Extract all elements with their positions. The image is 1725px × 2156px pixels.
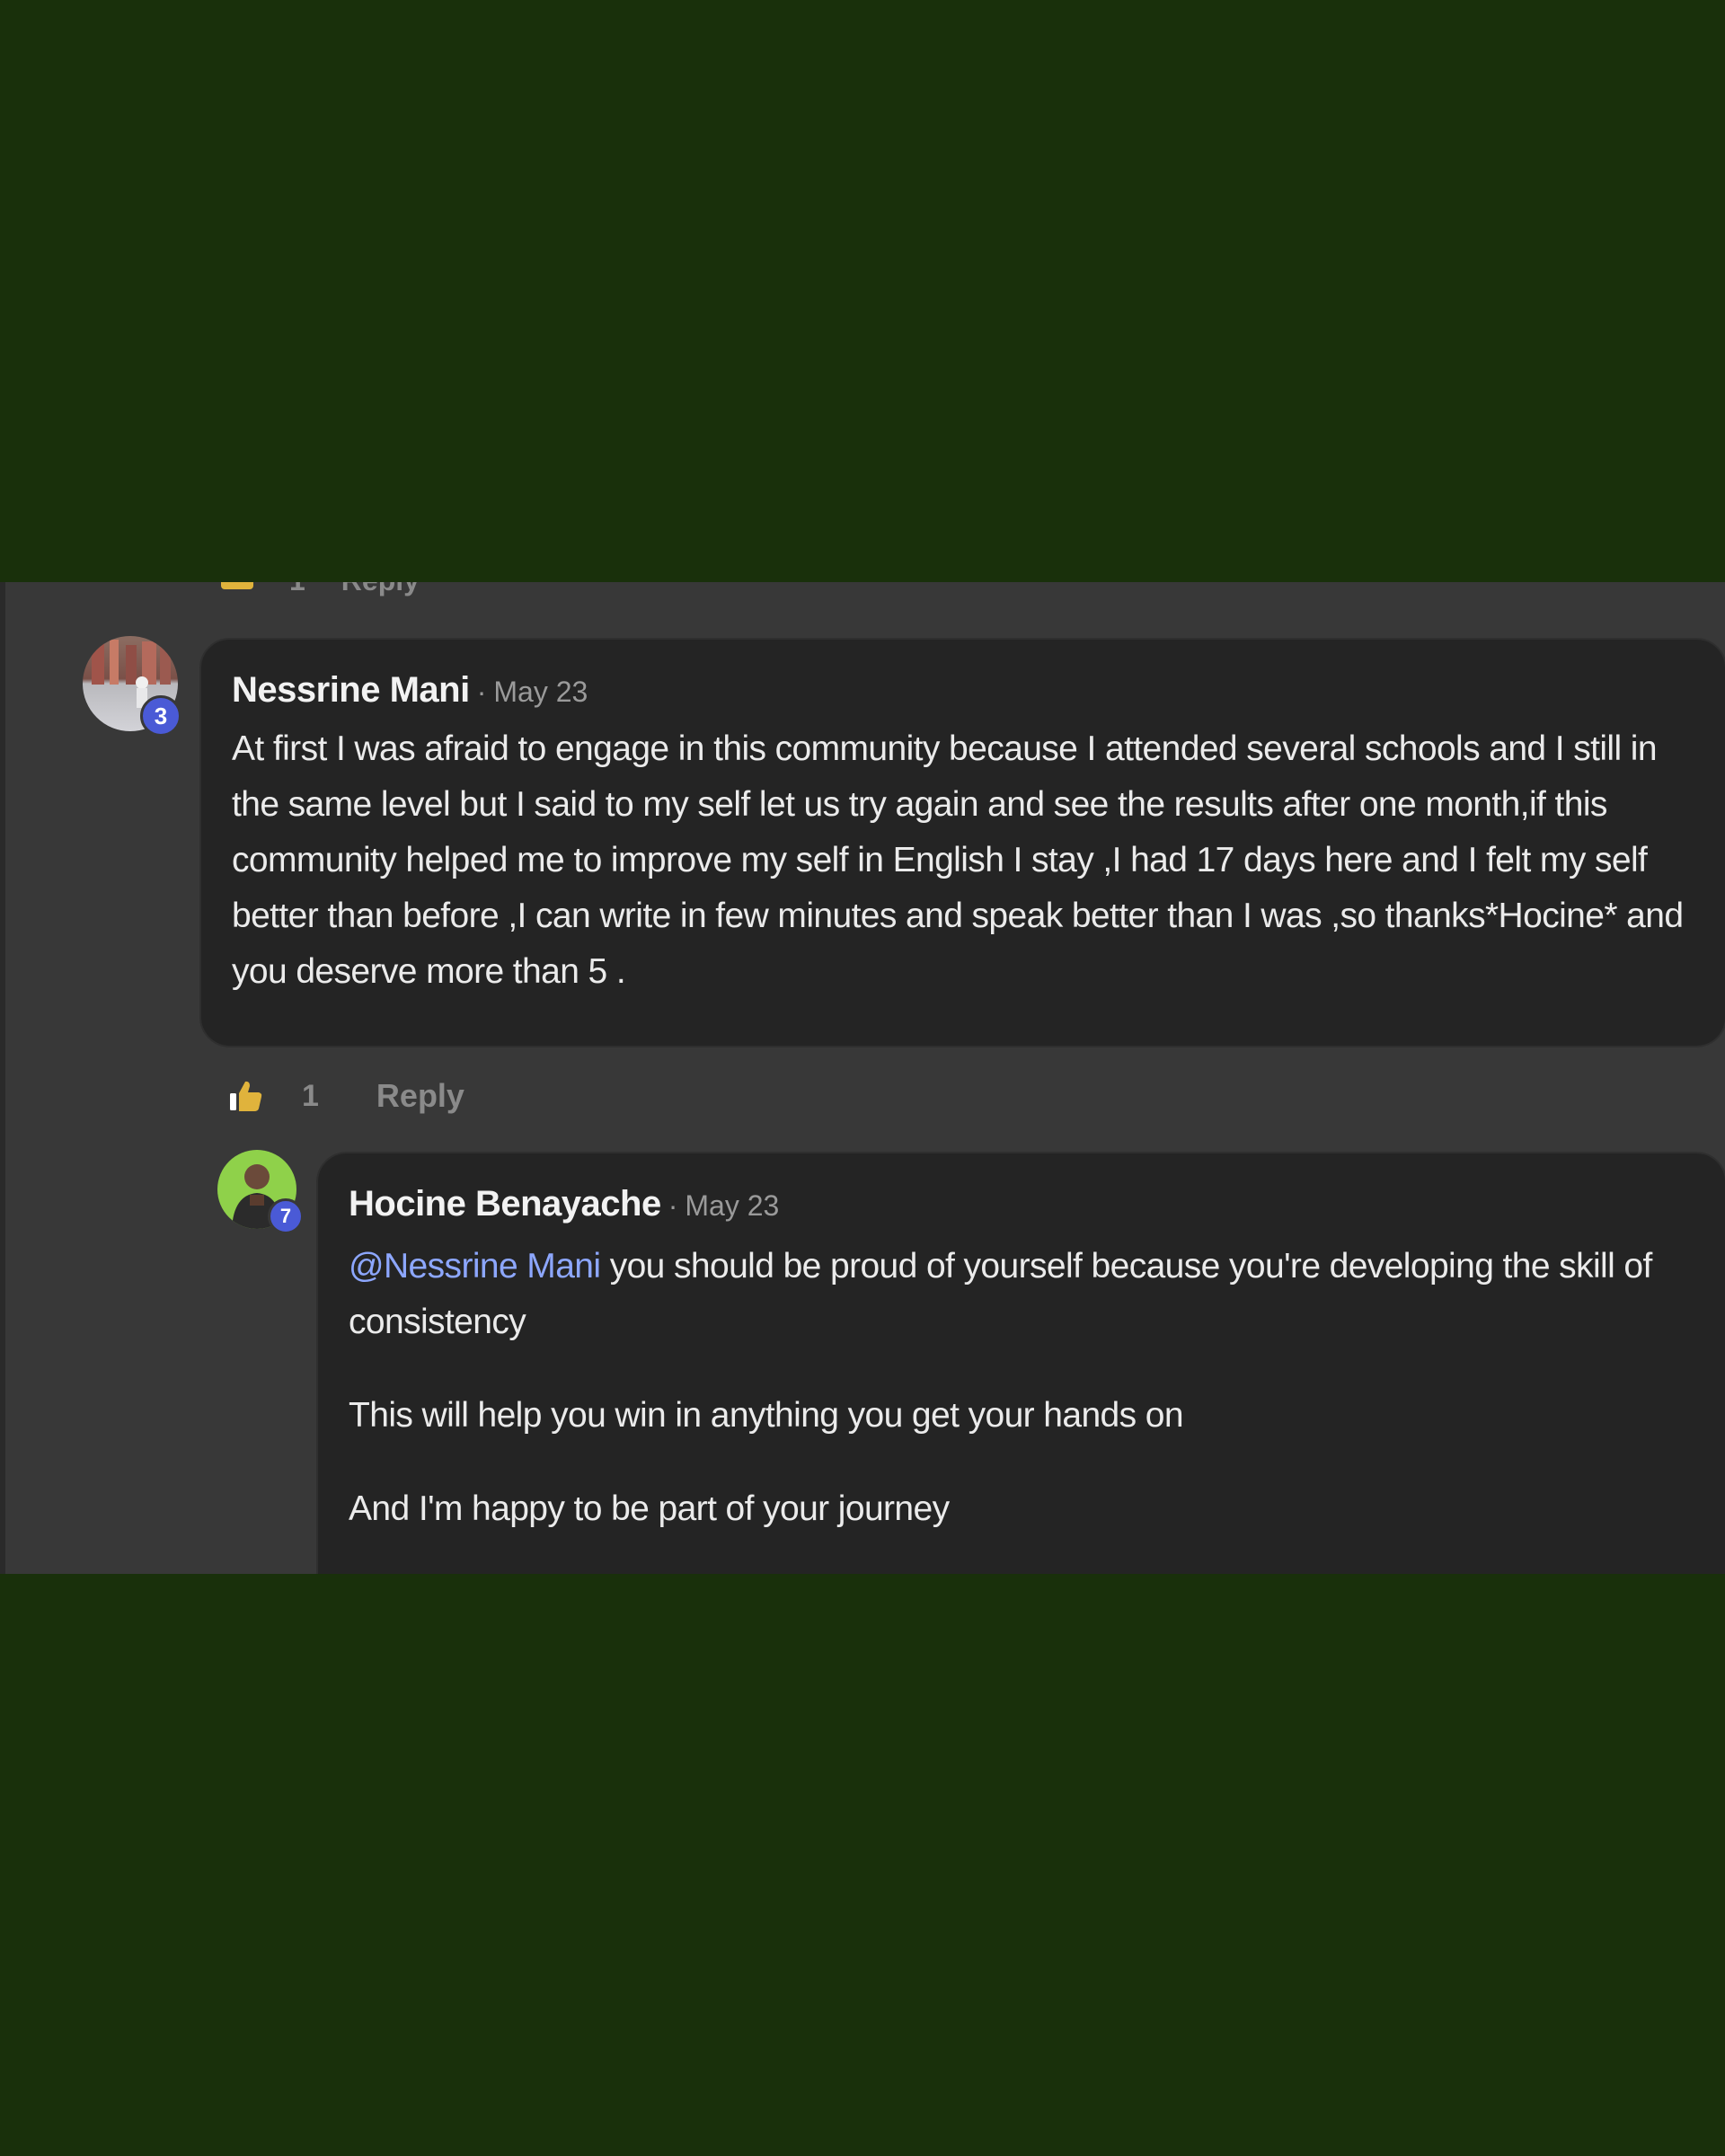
thumbs-up-icon[interactable] <box>221 582 253 589</box>
reply-button[interactable]: Reply <box>376 1077 464 1115</box>
avatar[interactable]: 7 <box>217 1150 304 1234</box>
reply-bubble: Hocine Benayache · May 23 @Nessrine Mani… <box>316 1152 1725 1574</box>
previous-reply-button[interactable]: Reply <box>341 582 420 597</box>
level-badge: 3 <box>140 695 181 737</box>
reply-author[interactable]: Hocine Benayache <box>349 1184 661 1224</box>
previous-like-count: 1 <box>289 582 305 597</box>
like-count: 1 <box>302 1078 319 1113</box>
level-badge: 7 <box>268 1198 304 1234</box>
comment-thread-panel: 1 Reply <box>0 582 1725 1574</box>
reply-date: May 23 <box>685 1189 780 1222</box>
comment-bubble: Nessrine Mani · May 23 At first I was af… <box>199 638 1725 1047</box>
comment-text: At first I was afraid to engage in this … <box>232 729 1684 991</box>
comment-header: Nessrine Mani · May 23 <box>232 670 1696 711</box>
comment-author[interactable]: Nessrine Mani <box>232 670 470 711</box>
reply-paragraph: @Nessrine Mani you should be proud of yo… <box>349 1239 1696 1350</box>
comment-actions: 1 Reply <box>228 1074 464 1118</box>
mention-link[interactable]: @Nessrine Mani <box>349 1247 601 1286</box>
reply-text: @Nessrine Mani you should be proud of yo… <box>349 1239 1696 1537</box>
separator-dot: · <box>476 676 487 708</box>
separator-dot: · <box>668 1189 678 1222</box>
thumbs-up-icon[interactable] <box>228 1078 264 1114</box>
avatar[interactable]: 3 <box>83 636 181 737</box>
reply-paragraph: And I'm happy to be part of your journey <box>349 1489 950 1528</box>
reply-header: Hocine Benayache · May 23 <box>349 1184 1696 1224</box>
reply-paragraph: This will help you win in anything you g… <box>349 1396 1184 1435</box>
previous-comment-actions: 1 Reply <box>221 582 420 596</box>
comment-date: May 23 <box>493 676 588 708</box>
